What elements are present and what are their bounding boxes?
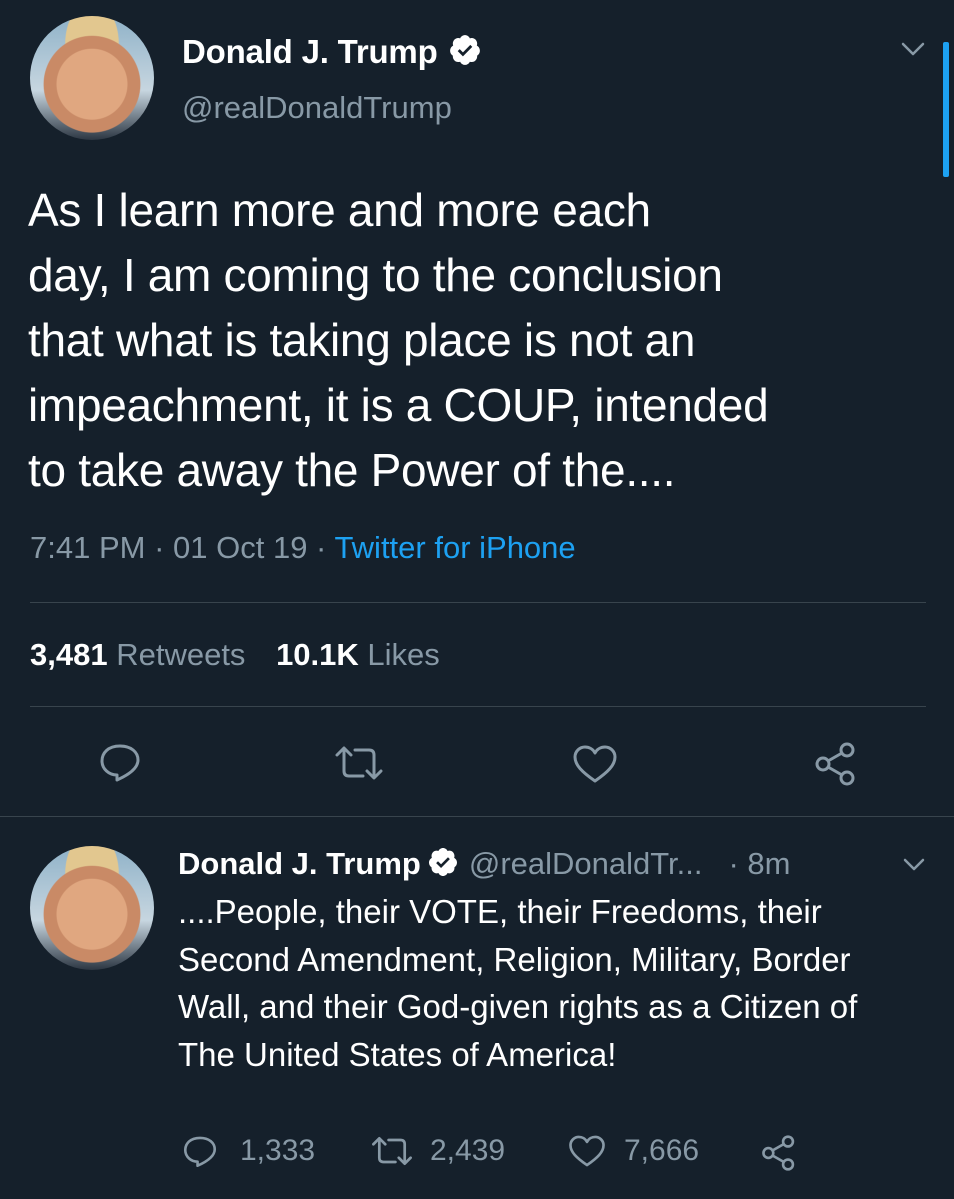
retweet-icon[interactable] <box>333 745 385 781</box>
avatar[interactable] <box>30 846 154 970</box>
tweet-text-line: that what is taking place is not an <box>28 314 696 366</box>
likes-count: 10.1K <box>276 637 359 672</box>
verified-icon <box>427 846 459 883</box>
author-name[interactable]: Donald J. Trump <box>178 846 421 882</box>
share-icon[interactable] <box>813 742 859 786</box>
retweets-count: 3,481 <box>30 637 108 672</box>
retweets-label: Retweets <box>116 637 246 672</box>
like-count: 7,666 <box>624 1134 700 1167</box>
likes-label: Likes <box>367 637 440 672</box>
tweet-text-line: day, I am coming to the conclusion <box>28 249 723 301</box>
reply-count: 1,333 <box>240 1134 316 1167</box>
likes-stat[interactable]: 10.1K Likes <box>276 637 440 672</box>
tweet-text-line: to take away the Power of the.... <box>28 444 676 496</box>
divider <box>30 706 926 707</box>
verified-icon <box>448 33 482 72</box>
tweet-age: · 8m <box>728 846 791 881</box>
retweet-icon <box>370 1135 414 1167</box>
chevron-down-icon[interactable] <box>900 854 928 874</box>
author-name[interactable]: Donald J. Trump <box>182 33 438 71</box>
tweet-text-line: Wall, and their God-given rights as a Ci… <box>178 988 858 1025</box>
divider <box>30 602 926 603</box>
like-icon <box>568 1134 606 1168</box>
scrollbar[interactable] <box>943 42 949 177</box>
tweet-text-line: The United States of America! <box>178 1035 617 1073</box>
divider <box>0 816 954 817</box>
tweet-source[interactable]: Twitter for iPhone <box>334 530 575 565</box>
tweet-stats: 3,481 Retweets 10.1K Likes <box>30 637 440 673</box>
reply-header: Donald J. Trump @realDonaldTr... · 8m <box>178 843 791 885</box>
tweet-text-line: ....People, their VOTE, their Freedoms, … <box>178 893 822 930</box>
like-action[interactable]: 7,666 <box>568 1134 699 1168</box>
tweet-date[interactable]: 01 Oct 19 <box>173 530 307 565</box>
chevron-down-icon[interactable] <box>898 38 928 60</box>
reply-icon <box>182 1134 218 1168</box>
tweet-text: As I learn more and more each day, I am … <box>28 178 769 503</box>
author-name-row: Donald J. Trump <box>182 30 482 74</box>
retweets-stat[interactable]: 3,481 Retweets <box>30 637 245 672</box>
share-icon[interactable] <box>760 1135 798 1171</box>
tweet-text: ....People, their VOTE, their Freedoms, … <box>178 888 857 1078</box>
tweet-text-line: impeachment, it is a COUP, intended <box>28 379 769 431</box>
retweet-action[interactable]: 2,439 <box>370 1134 505 1168</box>
avatar[interactable] <box>30 16 154 140</box>
reply-action[interactable]: 1,333 <box>182 1134 315 1168</box>
retweet-count: 2,439 <box>430 1134 506 1167</box>
tweet-text-line: Second Amendment, Religion, Military, Bo… <box>178 940 851 978</box>
meta-separator: · <box>307 530 335 565</box>
tweet-meta: 7:41 PM · 01 Oct 19 · Twitter for iPhone <box>30 530 576 566</box>
author-handle[interactable]: @realDonaldTrump <box>182 90 452 126</box>
reply-icon[interactable] <box>98 742 142 782</box>
meta-separator: · <box>145 530 174 565</box>
like-icon[interactable] <box>572 744 618 784</box>
tweet-text-line: As I learn more and more each <box>28 184 651 236</box>
tweet-time: 7:41 PM <box>30 530 146 565</box>
author-handle[interactable]: @realDonaldTr... <box>469 846 703 882</box>
